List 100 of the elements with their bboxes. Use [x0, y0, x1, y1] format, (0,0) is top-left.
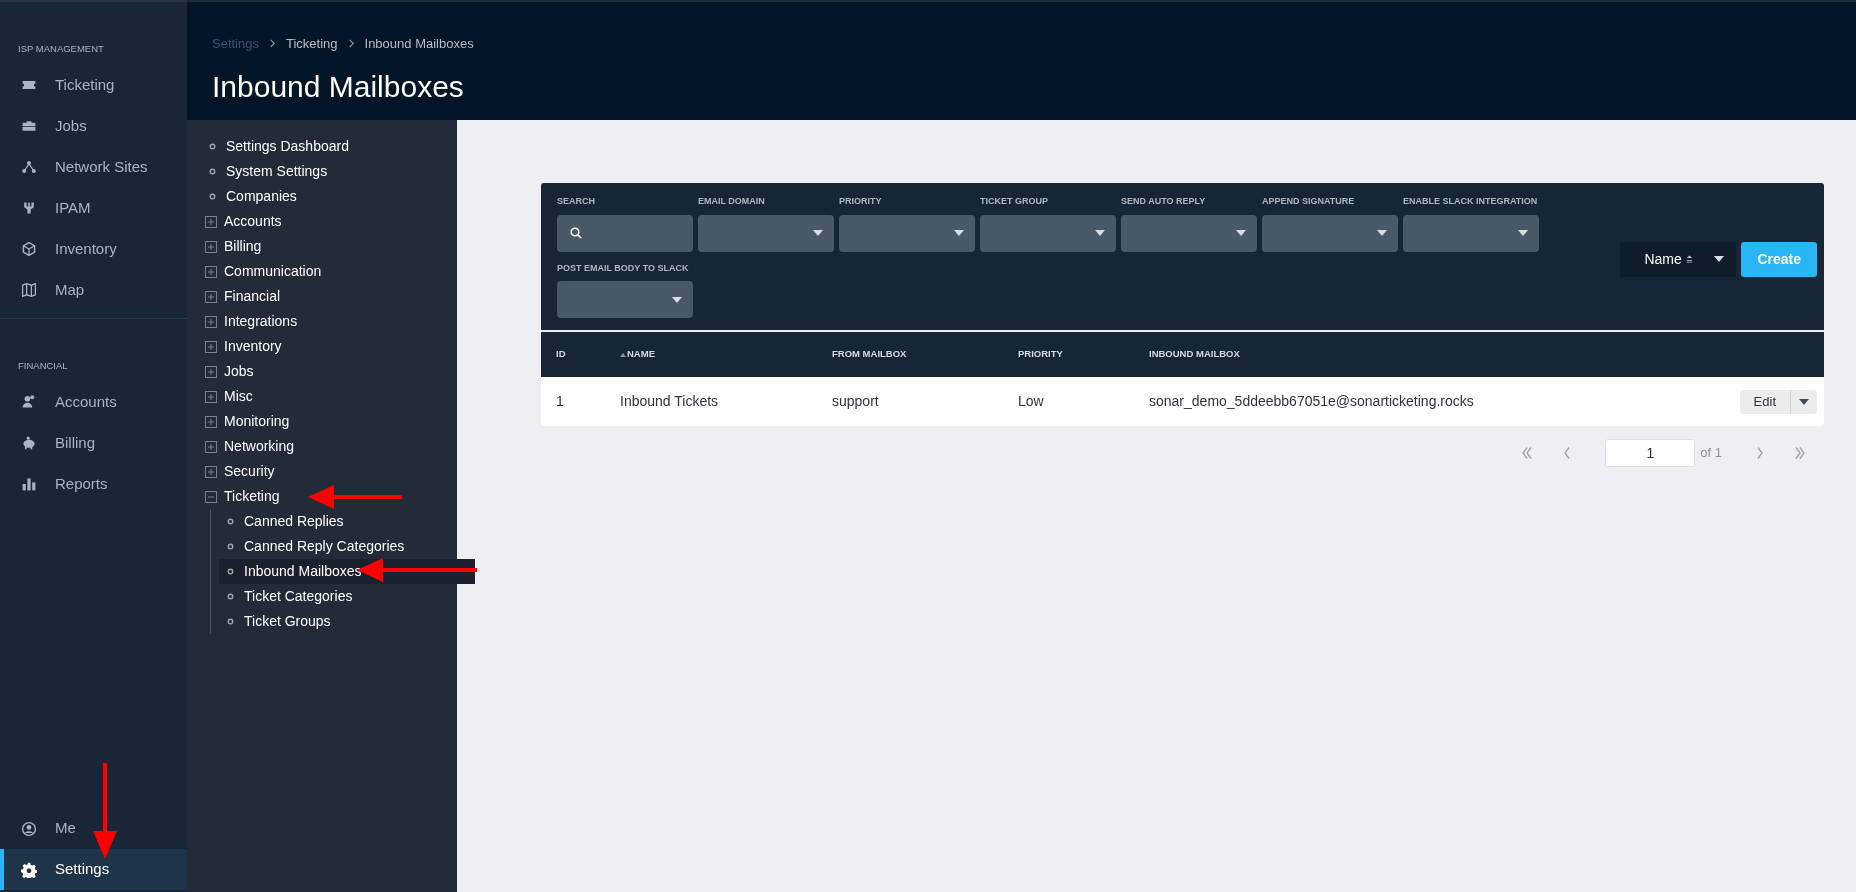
tree-item[interactable]: Inventory — [205, 334, 457, 359]
caret-icon — [813, 230, 823, 236]
users-icon — [21, 393, 37, 410]
select-field[interactable] — [1262, 214, 1398, 252]
sort-icon — [1684, 255, 1694, 263]
nav-item[interactable]: Accounts — [0, 381, 187, 423]
bullet-icon — [227, 543, 234, 550]
section-heading: FINANCIAL — [17, 359, 69, 373]
nav-item[interactable]: Reports — [0, 463, 187, 505]
tree-item[interactable]: Accounts — [205, 209, 457, 234]
tree-item[interactable]: System Settings — [205, 159, 457, 184]
caret-icon — [954, 230, 964, 236]
tree-item[interactable]: Communication — [205, 259, 457, 284]
tree-item[interactable]: Ticketing — [205, 484, 457, 509]
field-label: SEND AUTO REPLY — [1121, 195, 1207, 208]
table-cell: Low — [1018, 393, 1044, 409]
chevron-icon — [268, 39, 277, 49]
nav-item[interactable]: Map — [0, 269, 187, 311]
sort-label: Name — [1644, 249, 1682, 269]
tree-item[interactable]: Misc — [205, 384, 457, 409]
bullet-icon — [227, 593, 234, 600]
bullet-icon — [227, 618, 234, 625]
table-cell: Inbound Tickets — [620, 393, 719, 409]
chevron-icon — [1757, 447, 1763, 459]
search-icon — [570, 227, 582, 239]
breadcrumb-link[interactable]: Ticketing — [286, 34, 338, 54]
page-count: of 1 — [1700, 444, 1722, 463]
settings-icon — [21, 861, 37, 878]
page-input[interactable]: 1 — [1605, 439, 1696, 467]
table-cell: support — [832, 393, 879, 409]
select-field[interactable] — [1121, 214, 1257, 252]
tree-item[interactable]: Monitoring — [205, 409, 457, 434]
tree-item[interactable]: Canned Replies — [219, 509, 457, 534]
field-label: POST EMAIL BODY TO SLACK — [557, 261, 690, 275]
tree-item[interactable]: Ticket Categories — [219, 584, 457, 609]
field-label: TICKET GROUP — [980, 195, 1049, 208]
tree-item[interactable]: Security — [205, 459, 457, 484]
nav-item[interactable]: IPAM — [0, 187, 187, 229]
nav-item[interactable]: Inventory — [0, 228, 187, 270]
select-field[interactable] — [557, 281, 693, 318]
nav-item[interactable]: Billing — [0, 422, 187, 464]
select-field[interactable] — [980, 214, 1116, 252]
bullet-icon — [227, 518, 234, 525]
chevron-icon — [346, 39, 356, 49]
tree-item[interactable]: Settings Dashboard — [205, 134, 457, 159]
column-header[interactable]: NAME — [620, 347, 655, 362]
page-title: Inbound Mailboxes — [212, 68, 465, 105]
bullet-icon — [227, 568, 234, 575]
caret-icon — [1518, 230, 1528, 236]
table-cell: sonar_demo_5ddeebb67051e@sonarticketing.rocks — [1149, 393, 1474, 409]
map-icon — [21, 281, 37, 298]
chevron-icon — [1564, 447, 1571, 459]
edit-button[interactable]: Edit — [1739, 389, 1791, 414]
tree-item[interactable]: Billing — [205, 234, 457, 259]
caret-icon — [1095, 230, 1105, 236]
search-field[interactable] — [557, 214, 693, 252]
edit-split-button[interactable]: Edit — [1739, 389, 1817, 414]
tree-item[interactable]: Integrations — [205, 309, 457, 334]
tree-item[interactable]: Companies — [205, 184, 457, 209]
nav-item[interactable]: Network Sites — [0, 146, 187, 188]
field-label: ENABLE SLACK INTEGRATION — [1403, 195, 1539, 208]
field-label: PRIORITY — [839, 195, 883, 208]
bullet-icon — [209, 143, 216, 150]
select-field[interactable] — [839, 214, 975, 252]
nav-item[interactable]: Me — [0, 808, 187, 849]
tree-item[interactable]: Ticket Groups — [219, 609, 457, 634]
tree-item[interactable]: Jobs — [205, 359, 457, 384]
tree-item[interactable]: Canned Reply Categories — [219, 534, 457, 559]
bullet-icon — [209, 168, 216, 175]
caret-icon — [1377, 230, 1387, 236]
sort-dropdown[interactable]: Name — [1620, 241, 1737, 277]
column-header[interactable]: INBOUND MAILBOX — [1149, 347, 1240, 362]
column-header[interactable]: ID — [556, 347, 566, 362]
network-icon — [21, 158, 37, 175]
table-cell: 1 — [556, 393, 564, 409]
column-header[interactable]: PRIORITY — [1018, 347, 1063, 362]
tree-item[interactable]: Financial — [205, 284, 457, 309]
select-field[interactable] — [1403, 214, 1539, 252]
nav-item[interactable]: Settings — [0, 849, 187, 890]
column-header[interactable]: FROM MAILBOX — [832, 347, 907, 362]
caret-icon — [672, 296, 682, 303]
piggy-bank-icon — [21, 434, 37, 451]
caret-icon — [1714, 256, 1725, 262]
breadcrumb-link[interactable]: Inbound Mailboxes — [364, 34, 474, 54]
select-field[interactable] — [698, 214, 834, 252]
caret-icon — [1236, 230, 1246, 236]
field-label: EMAIL DOMAIN — [698, 195, 766, 208]
double-chevron-icon — [1522, 447, 1533, 459]
sort-arrow-icon — [620, 352, 626, 357]
user-icon — [21, 820, 37, 837]
tree-item[interactable]: Inbound Mailboxes — [219, 559, 475, 584]
tree-item[interactable]: Networking — [205, 434, 457, 459]
field-label: APPEND SIGNATURE — [1262, 195, 1356, 208]
cube-icon — [21, 240, 37, 257]
nav-item[interactable]: Ticketing — [0, 64, 187, 106]
double-chevron-icon — [1795, 447, 1805, 459]
bullet-icon — [209, 193, 216, 200]
nav-item[interactable]: Jobs — [0, 105, 187, 147]
bar-chart-icon — [21, 475, 37, 492]
caret-icon — [1799, 398, 1809, 405]
